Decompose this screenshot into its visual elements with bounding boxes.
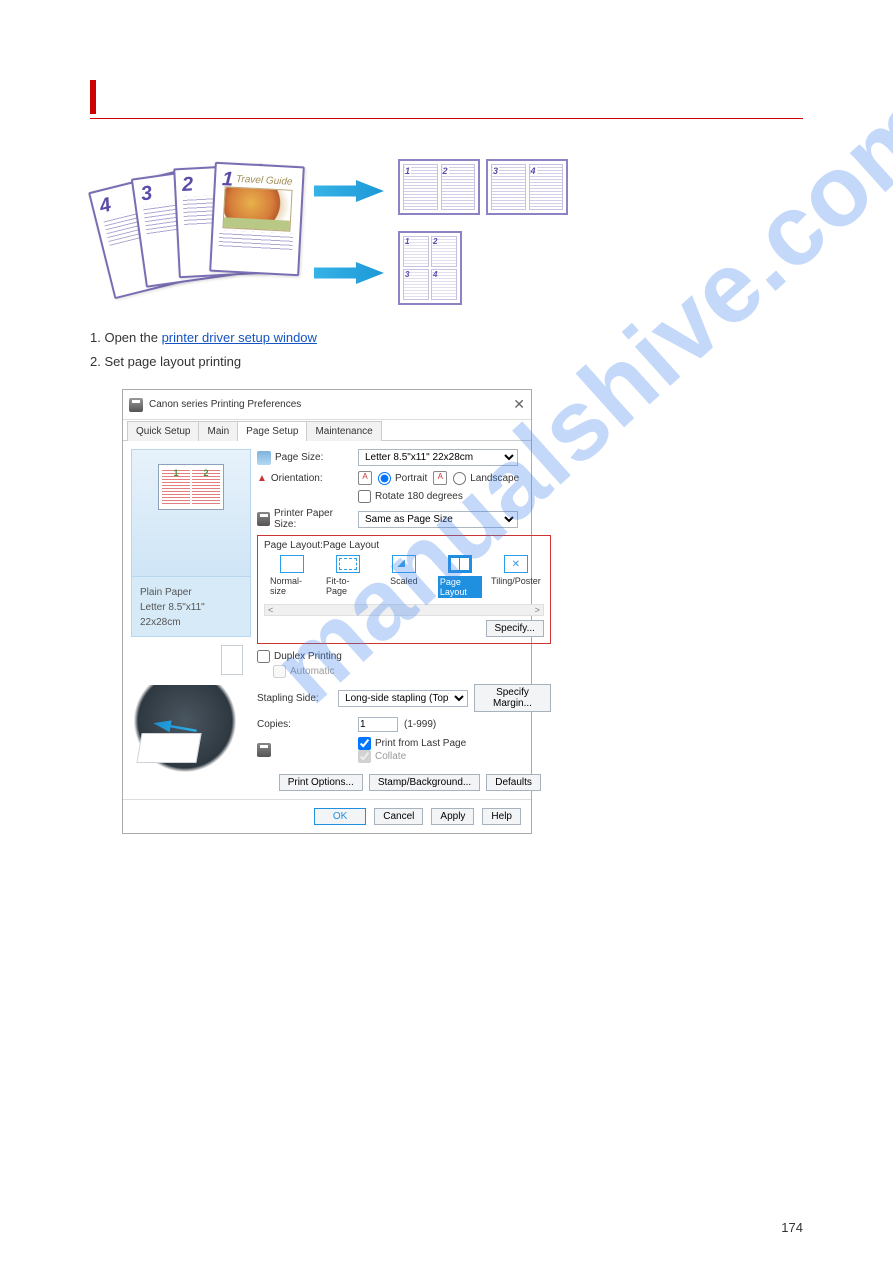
orientation-landscape[interactable]: Landscape [453, 472, 519, 485]
printer-illustration [131, 685, 251, 775]
preview-cell: 1 [162, 468, 190, 506]
orientation-portrait[interactable]: Portrait [378, 472, 427, 485]
printer-icon [129, 398, 143, 412]
step-label: Open the [104, 330, 161, 345]
apply-button[interactable]: Apply [431, 808, 474, 825]
cell-num: 4 [431, 269, 457, 300]
copies-range: (1-999) [404, 719, 436, 730]
landscape-icon: A [433, 471, 447, 485]
step-1: 1. Open the printer driver setup window [90, 329, 803, 347]
page-layout-group: Page Layout:Page Layout Normal-size Fit-… [257, 535, 551, 644]
step-label: Set page layout printing [104, 354, 241, 369]
portrait-icon: A [358, 471, 372, 485]
layout-scaled[interactable]: Scaled [382, 555, 426, 598]
specify-button[interactable]: Specify... [486, 620, 544, 637]
cell-num: 2 [443, 166, 449, 176]
collate-checkbox: Collate [358, 750, 466, 763]
stapling-side-select[interactable]: Long-side stapling (Top) [338, 690, 468, 707]
page-size-select[interactable]: Letter 8.5"x11" 22x28cm [358, 449, 518, 466]
layout-diagram: 4 3 2 1 Travel Guide 12 34 1 2 3 4 [90, 159, 803, 305]
preview-cell: 2 [192, 468, 220, 506]
layout-tiling-poster[interactable]: Tiling/Poster [494, 555, 538, 598]
cell-num: 1 [403, 236, 429, 267]
step-num: 1. [90, 330, 101, 345]
cell-num: 3 [493, 166, 499, 176]
defaults-button[interactable]: Defaults [486, 774, 541, 791]
page-layout-caption: Page Layout:Page Layout [264, 540, 544, 551]
cancel-button[interactable]: Cancel [374, 808, 423, 825]
tab-main[interactable]: Main [198, 421, 238, 441]
section-heading [90, 80, 803, 114]
step-2: 2. Set page layout printing [90, 353, 803, 371]
automatic-checkbox: Automatic [273, 665, 551, 678]
cell-num: 3 [403, 269, 429, 300]
stapling-label: Stapling Side: [257, 693, 319, 704]
printer-small-icon [257, 512, 270, 526]
layout-normal[interactable]: Normal-size [270, 555, 314, 598]
printer-paper-label: Printer Paper Size: [274, 508, 352, 530]
step-num: 2. [90, 354, 101, 369]
monitor-icon [257, 451, 271, 465]
arrow-icon [314, 180, 384, 202]
tab-maintenance[interactable]: Maintenance [306, 421, 381, 441]
stamp-background-button[interactable]: Stamp/Background... [369, 774, 480, 791]
media-size: Letter 8.5"x11" 22x28cm [140, 600, 242, 630]
dialog-title: Canon series Printing Preferences [149, 399, 301, 410]
copies-input[interactable] [358, 717, 398, 732]
orientation-label: Orientation: [271, 473, 323, 484]
preview-info: Plain Paper Letter 8.5"x11" 22x28cm [131, 577, 251, 637]
printer-paper-size-select[interactable]: Same as Page Size [358, 511, 518, 528]
source-pages-stack: 4 3 2 1 Travel Guide [100, 162, 300, 302]
cell-num: 1 [405, 166, 411, 176]
print-from-last-checkbox[interactable]: Print from Last Page [358, 737, 466, 750]
specify-margin-button[interactable]: Specify Margin... [474, 684, 551, 712]
rotate-180-checkbox[interactable]: Rotate 180 degrees [358, 490, 463, 503]
heading-rule [90, 118, 803, 119]
cell-num: 4 [531, 166, 537, 176]
driver-setup-link[interactable]: printer driver setup window [162, 330, 317, 345]
copies-label: Copies: [257, 719, 291, 730]
page-number: 174 [781, 1220, 803, 1235]
tab-page-setup[interactable]: Page Setup [237, 421, 307, 441]
layout-fit-to-page[interactable]: Fit-to-Page [326, 555, 370, 598]
close-button[interactable]: ✕ [513, 396, 525, 413]
arrow-icon [314, 262, 384, 284]
duplex-checkbox[interactable]: Duplex Printing [257, 650, 551, 663]
print-options-button[interactable]: Print Options... [279, 774, 363, 791]
dialog-titlebar: Canon series Printing Preferences ✕ [123, 390, 531, 420]
layout-preview: 12 [131, 449, 251, 577]
orientation-thumb [221, 645, 243, 675]
tab-quick-setup[interactable]: Quick Setup [127, 421, 199, 441]
copies-icon [257, 743, 271, 757]
ok-button[interactable]: OK [314, 808, 366, 825]
help-button[interactable]: Help [482, 808, 521, 825]
result-2up: 1 2 3 4 [398, 159, 568, 215]
page-size-label: Page Size: [275, 452, 323, 463]
media-type: Plain Paper [140, 585, 242, 600]
layout-page-layout[interactable]: Page Layout [438, 555, 482, 598]
layout-scrollbar[interactable]: <> [264, 604, 544, 616]
result-4up: 1 2 3 4 [398, 231, 462, 305]
printing-preferences-dialog: Canon series Printing Preferences ✕ Quic… [122, 389, 532, 834]
cell-num: 2 [431, 236, 457, 267]
